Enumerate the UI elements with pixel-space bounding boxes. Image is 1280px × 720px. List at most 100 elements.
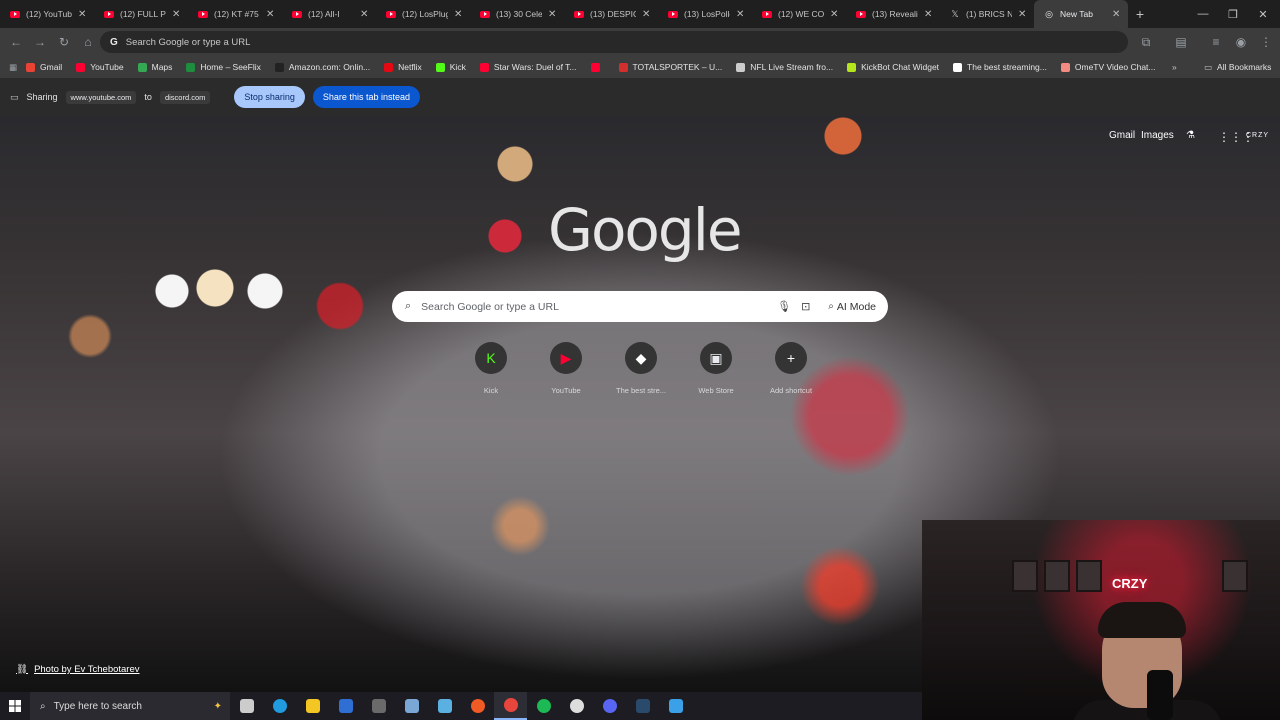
profile-icon[interactable]: ◉ bbox=[1229, 30, 1253, 54]
profile-avatar[interactable]: CRZY bbox=[1246, 132, 1269, 139]
labs-flask-icon[interactable]: ⚗ bbox=[1186, 130, 1195, 141]
browser-tab[interactable]: (12) FULL PU ✕ bbox=[94, 0, 188, 28]
address-bar[interactable]: G Search Google or type a URL bbox=[100, 31, 1128, 53]
taskbar-chrome-icon[interactable] bbox=[494, 692, 527, 720]
bookmark-item[interactable]: NFL Live Stream fro... bbox=[736, 62, 833, 72]
bookmark-item[interactable]: Home – SeeFlix bbox=[186, 62, 261, 72]
bookmark-favicon-icon bbox=[137, 62, 147, 72]
back-icon[interactable]: ← bbox=[4, 30, 28, 54]
photo-credit-link[interactable]: ⛓ Photo by Ev Tchebotarev bbox=[16, 664, 140, 675]
taskbar-outlook-icon[interactable] bbox=[329, 692, 362, 720]
browser-tab[interactable]: (13) LosPollo ✕ bbox=[658, 0, 752, 28]
shortcut-icon: ◆ bbox=[625, 342, 657, 374]
taskbar-task-view-icon[interactable] bbox=[230, 692, 263, 720]
browser-tab[interactable]: (12) KT #75 I ✕ bbox=[188, 0, 282, 28]
close-tab-icon[interactable]: ✕ bbox=[830, 9, 840, 20]
tab-title: (12) WE COU bbox=[778, 9, 824, 19]
menu-icon[interactable]: ⋮ bbox=[1254, 30, 1278, 54]
forward-icon[interactable]: → bbox=[28, 30, 52, 54]
browser-tab[interactable]: ◎ New Tab ✕ bbox=[1034, 0, 1128, 28]
browser-tab[interactable]: 𝕏 (1) BRICS Ne ✕ bbox=[940, 0, 1034, 28]
bookmark-item[interactable]: Star Wars: Duel of T... bbox=[479, 62, 577, 72]
bookmark-item[interactable]: OmeTV Video Chat... bbox=[1060, 62, 1156, 72]
bookmark-item[interactable]: Maps bbox=[137, 62, 172, 72]
media-controls-icon[interactable]: ≡ bbox=[1204, 30, 1228, 54]
bookmark-item[interactable]: Kick bbox=[435, 62, 466, 72]
bookmarks-overflow-icon[interactable]: » bbox=[1172, 62, 1177, 72]
windows-start-icon[interactable] bbox=[0, 700, 30, 712]
taskbar-spotify-icon[interactable] bbox=[527, 692, 560, 720]
taskbar-edge-icon[interactable] bbox=[263, 692, 296, 720]
share-this-tab-button[interactable]: Share this tab instead bbox=[312, 86, 420, 108]
gmail-link[interactable]: Gmail bbox=[1109, 130, 1135, 141]
browser-tab[interactable]: (12) All-I ✕ bbox=[282, 0, 376, 28]
photo-credit-text: Photo by Ev Tchebotarev bbox=[34, 664, 140, 675]
shortcut-tile[interactable]: + Add shortcut bbox=[765, 342, 817, 395]
stop-sharing-button[interactable]: Stop sharing bbox=[234, 86, 305, 108]
ai-mode-button[interactable]: ⌕ AI Mode bbox=[820, 296, 884, 318]
shortcut-tile[interactable]: ▶ YouTube bbox=[540, 342, 592, 395]
browser-tab[interactable]: (13) Revealin ✕ bbox=[846, 0, 940, 28]
taskbar-obs-icon[interactable] bbox=[560, 692, 593, 720]
side-panel-icon[interactable]: ▤ bbox=[1169, 30, 1193, 54]
browser-tab[interactable]: (13) 30 Celeb ✕ bbox=[470, 0, 564, 28]
close-tab-icon[interactable]: ✕ bbox=[266, 9, 276, 20]
taskbar-paint-icon[interactable] bbox=[395, 692, 428, 720]
bookmark-item[interactable] bbox=[590, 62, 605, 72]
shortcut-tile[interactable]: K Kick bbox=[465, 342, 517, 395]
bookmark-item[interactable]: TOTALSPORTEK – U... bbox=[618, 62, 723, 72]
close-tab-icon[interactable]: ✕ bbox=[1018, 9, 1028, 20]
close-tab-icon[interactable]: ✕ bbox=[736, 9, 746, 20]
webcam-overlay: CRZY bbox=[922, 520, 1280, 720]
close-tab-icon[interactable]: ✕ bbox=[172, 9, 182, 20]
taskbar-app-icon[interactable] bbox=[659, 692, 692, 720]
taskbar-steam-icon[interactable] bbox=[626, 692, 659, 720]
taskbar-file-explorer-icon[interactable] bbox=[296, 692, 329, 720]
apps-grid-icon[interactable]: ▦ bbox=[0, 62, 26, 73]
restore-button[interactable]: ❐ bbox=[1218, 0, 1248, 28]
bookmark-item[interactable]: Gmail bbox=[26, 62, 62, 72]
browser-tab[interactable]: (13) DESPICA ✕ bbox=[564, 0, 658, 28]
images-link[interactable]: Images bbox=[1141, 130, 1174, 141]
taskbar-brave-icon[interactable] bbox=[461, 692, 494, 720]
ntp-search-placeholder: Search Google or type a URL bbox=[421, 300, 559, 313]
close-tab-icon[interactable]: ✕ bbox=[642, 9, 652, 20]
close-window-button[interactable]: ✕ bbox=[1248, 0, 1278, 28]
shortcut-tile[interactable]: ▣ Web Store bbox=[690, 342, 742, 395]
new-tab-button[interactable]: + bbox=[1128, 6, 1152, 22]
tab-title: (12) YouTube bbox=[26, 9, 72, 19]
browser-tab[interactable]: (12) WE COU ✕ bbox=[752, 0, 846, 28]
bookmark-label: TOTALSPORTEK – U... bbox=[632, 62, 723, 72]
reload-icon[interactable]: ↻ bbox=[52, 30, 76, 54]
close-tab-icon[interactable]: ✕ bbox=[1112, 9, 1122, 20]
ntp-search-box[interactable]: ⌕ Search Google or type a URL 🎙 ⊡ ⌕ AI M… bbox=[392, 291, 888, 322]
taskbar-notes-icon[interactable] bbox=[428, 692, 461, 720]
bookmark-label: YouTube bbox=[90, 62, 124, 72]
extensions-icon[interactable]: ⧉ bbox=[1134, 30, 1158, 54]
bookmark-item[interactable]: YouTube bbox=[76, 62, 124, 72]
taskbar-search[interactable]: ⌕ Type here to search ✦ bbox=[30, 692, 230, 720]
google-lens-icon[interactable]: ⊡ bbox=[801, 300, 810, 313]
close-tab-icon[interactable]: ✕ bbox=[454, 9, 464, 20]
taskbar-discord-icon[interactable] bbox=[593, 692, 626, 720]
bookmark-item[interactable]: Netflix bbox=[384, 62, 422, 72]
close-tab-icon[interactable]: ✕ bbox=[924, 9, 934, 20]
link-icon: ⛓ bbox=[16, 664, 29, 675]
youtube-icon bbox=[668, 9, 678, 19]
bookmark-item[interactable]: The best streaming... bbox=[953, 62, 1047, 72]
all-bookmarks-button[interactable]: ▭ All Bookmarks bbox=[1204, 62, 1271, 73]
home-icon[interactable]: ⌂ bbox=[76, 30, 100, 54]
browser-tab[interactable]: (12) YouTube ✕ bbox=[0, 0, 94, 28]
browser-tab[interactable]: (12) LosPlug ✕ bbox=[376, 0, 470, 28]
minimize-button[interactable]: — bbox=[1188, 0, 1218, 28]
close-tab-icon[interactable]: ✕ bbox=[78, 9, 88, 20]
taskbar-calculator-icon[interactable] bbox=[362, 692, 395, 720]
paint-glyph bbox=[404, 699, 419, 713]
shortcut-tile[interactable]: ◆ The best stre... bbox=[615, 342, 667, 395]
microphone-icon[interactable]: 🎙 bbox=[777, 300, 791, 313]
youtube-icon bbox=[10, 9, 20, 19]
close-tab-icon[interactable]: ✕ bbox=[548, 9, 558, 20]
bookmark-item[interactable]: Amazon.com: Onlin... bbox=[274, 62, 370, 72]
bookmark-item[interactable]: KickBot Chat Widget bbox=[847, 62, 939, 72]
close-tab-icon[interactable]: ✕ bbox=[360, 9, 370, 20]
